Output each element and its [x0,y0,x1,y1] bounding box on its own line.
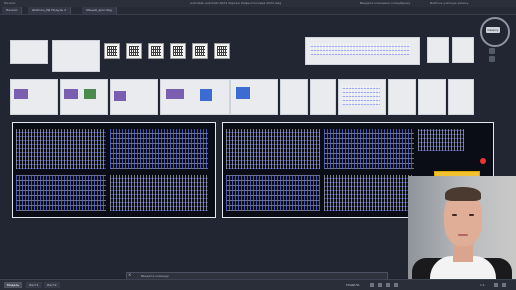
sheet-graphic [14,89,28,99]
sheet-content [342,85,380,105]
schematic-block [324,175,414,211]
sheet-graphic [84,89,96,99]
title-bar: Начало Autodesk AutoCAD 2024 Чертеж Кафе… [0,0,516,7]
status-bar: Модель Лист1 Лист2 МОДЕЛЬ 1:1 [0,279,516,290]
tab-model[interactable]: Модель [4,282,23,288]
drawing-sheet[interactable] [280,79,308,115]
webcam-eye [452,214,457,216]
drawing-sheet[interactable] [448,79,474,115]
qr-code-block[interactable] [170,43,186,59]
qr-code-block[interactable] [126,43,142,59]
schematic-block [418,129,464,151]
schematic-block [16,175,106,211]
alert-marker [480,158,486,164]
schematic-block [110,129,208,169]
viewcube-face[interactable]: Сверху [486,27,500,33]
qr-code-block[interactable] [104,43,120,59]
snap-icon[interactable] [378,283,382,287]
sheet-graphic [236,87,250,99]
qr-code-block[interactable] [214,43,230,59]
close-icon[interactable]: × [128,272,131,278]
schematic-block [226,129,320,169]
sheet-graphic [200,89,212,101]
drawing-sheet[interactable] [452,37,474,63]
schematic-block [16,129,106,169]
drawing-sheet[interactable] [52,40,100,72]
zoom-icon[interactable] [489,56,495,62]
schematic-block [226,175,320,211]
menu-icon[interactable] [502,283,506,287]
sheet-graphic [166,89,184,99]
drawing-sheet[interactable] [310,79,336,115]
schematic-block [324,129,414,169]
settings-icon[interactable] [494,283,498,287]
model-space-toggle[interactable]: МОДЕЛЬ [346,282,360,288]
tab-template[interactable]: Шаблон_РД Модуль 2 [28,7,72,14]
polar-icon[interactable] [394,283,398,287]
user-signin[interactable]: Войти в учетную запись [430,0,468,7]
tab-layout1[interactable]: Лист1 [26,282,42,288]
sheet-graphic [114,91,126,101]
annotation-scale[interactable]: 1:1 [480,282,485,288]
tab-layout2[interactable]: Лист2 [44,282,60,288]
webcam-overlay [408,176,516,279]
webcam-hair [445,187,481,201]
search-box[interactable]: Введите ключевое слово/фразу [360,0,410,7]
tab-drawing[interactable]: Общий_дом.dwg [82,7,117,14]
webcam-eye [469,214,474,216]
window-title: Autodesk AutoCAD 2024 Чертеж Кафе-Столов… [190,1,282,5]
app-menu-label[interactable]: Начало [4,0,15,7]
drawing-sheet[interactable] [418,79,446,115]
webcam-mouth [458,234,468,236]
qr-code-block[interactable] [192,43,208,59]
tab-start[interactable]: Начало [2,7,23,14]
qr-code-block[interactable] [148,43,164,59]
sheet-content [310,43,410,55]
sheet-graphic [64,89,78,99]
pan-icon[interactable] [489,48,495,54]
ortho-icon[interactable] [386,283,390,287]
drawing-sheet[interactable] [427,37,449,63]
schematic-block [110,175,208,211]
document-tab-bar: Начало Шаблон_РД Модуль 2 Общий_дом.dwg [0,7,516,15]
grid-icon[interactable] [370,283,374,287]
drawing-sheet[interactable] [388,79,416,115]
command-input[interactable]: Введите команду [127,274,169,278]
drawing-sheet[interactable] [10,40,48,64]
